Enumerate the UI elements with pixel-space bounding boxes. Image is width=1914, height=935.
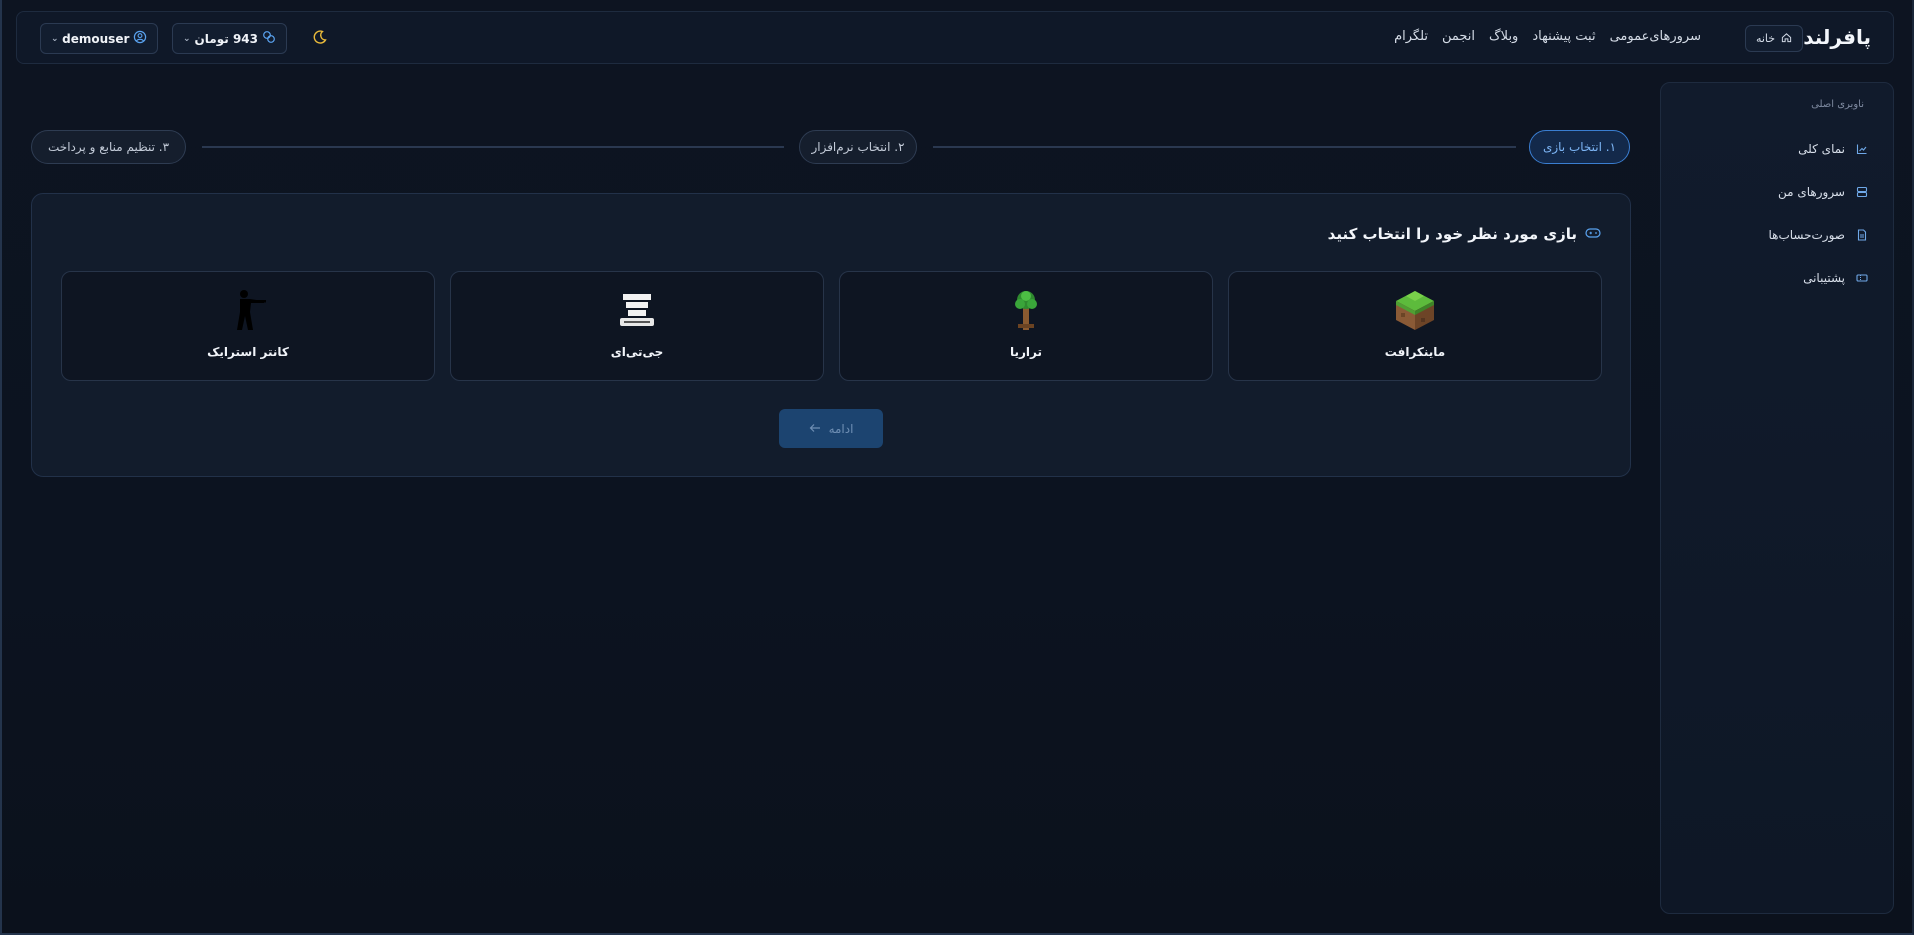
continue-button[interactable]: ادامه	[779, 409, 883, 448]
username: demouser	[62, 31, 130, 46]
game-name: جی‌تی‌ای	[610, 345, 664, 359]
nav-blog[interactable]: وبلاگ	[1489, 29, 1518, 44]
theme-toggle-button[interactable]	[310, 29, 328, 47]
home-button[interactable]: خانه	[1745, 25, 1803, 52]
home-icon	[1781, 32, 1792, 46]
invoice-icon	[1855, 228, 1869, 242]
gta-san-andreas-logo	[615, 288, 659, 332]
chevron-down-icon: ⌄	[183, 33, 191, 44]
counter-strike-soldier-icon	[226, 288, 270, 332]
arrow-left-icon	[809, 422, 821, 436]
game-selection-card: بازی مورد نظر خود را انتخاب کنید ماینکرا…	[31, 193, 1631, 477]
sidebar-title: ناوبری اصلی	[1811, 99, 1864, 110]
step-select-software[interactable]: ۲. انتخاب نرم‌افزار	[799, 130, 917, 164]
wallet-balance-button[interactable]: 943 تومان ⌄	[172, 23, 287, 54]
nav-forum[interactable]: انجمن	[1442, 29, 1475, 44]
moon-icon	[313, 30, 327, 44]
step-select-game[interactable]: ۱. انتخاب بازی	[1529, 130, 1630, 164]
user-avatar-icon	[133, 30, 147, 47]
sidebar-item-overview[interactable]: نمای کلی	[1669, 135, 1869, 163]
card-title: بازی مورد نظر خود را انتخاب کنید	[1328, 225, 1601, 243]
nav-public-servers[interactable]: سرورهای‌عمومی	[1610, 29, 1701, 44]
coins-icon	[262, 30, 276, 47]
sidebar-item-support[interactable]: پشتیبانی	[1669, 264, 1869, 292]
chart-icon	[1855, 142, 1869, 156]
step-connector	[202, 146, 784, 148]
nav-suggestion[interactable]: ثبت پیشنهاد	[1532, 29, 1595, 44]
step-connector	[933, 146, 1516, 148]
brand-logo[interactable]: پافرلند	[1803, 25, 1871, 49]
game-card-terraria[interactable]: تراریا	[839, 271, 1213, 381]
game-name: کانتر استرایک	[207, 345, 289, 359]
minecraft-grass-block-icon	[1393, 288, 1437, 332]
sidebar-item-invoices[interactable]: صورت‌حساب‌ها	[1669, 221, 1869, 249]
continue-label: ادامه	[828, 421, 854, 436]
game-card-minecraft[interactable]: ماینکرافت	[1228, 271, 1602, 381]
ticket-icon	[1855, 271, 1869, 285]
wallet-balance: 943 تومان	[194, 31, 258, 46]
chevron-down-icon: ⌄	[51, 33, 59, 44]
step-resources-payment[interactable]: ۳. تنظیم منابع و پرداخت	[31, 130, 186, 164]
sidebar-item-label: پشتیبانی	[1803, 271, 1845, 285]
sidebar-item-my-servers[interactable]: سرورهای من	[1669, 178, 1869, 206]
nav-telegram[interactable]: تلگرام	[1394, 29, 1428, 44]
top-header: پافرلند خانه سرورهای‌عمومی ثبت پیشنهاد و…	[16, 11, 1894, 64]
game-name: تراریا	[1009, 345, 1042, 359]
sidebar: ناوبری اصلی نمای کلی سرورهای من صورت‌حسا…	[1660, 82, 1894, 914]
sidebar-item-label: صورت‌حساب‌ها	[1768, 228, 1845, 242]
terraria-tree-icon	[1004, 288, 1048, 332]
game-name: ماینکرافت	[1384, 345, 1446, 359]
card-title-text: بازی مورد نظر خود را انتخاب کنید	[1327, 225, 1577, 243]
server-icon	[1855, 185, 1869, 199]
gamepad-icon	[1585, 225, 1601, 243]
game-card-counter-strike[interactable]: کانتر استرایک	[61, 271, 435, 381]
home-label: خانه	[1755, 32, 1776, 45]
game-card-gta[interactable]: جی‌تی‌ای	[450, 271, 824, 381]
main-nav: سرورهای‌عمومی ثبت پیشنهاد وبلاگ انجمن تل…	[1394, 29, 1701, 44]
sidebar-item-label: سرورهای من	[1777, 185, 1845, 199]
user-menu-button[interactable]: ⌄ demouser	[40, 23, 158, 54]
sidebar-item-label: نمای کلی	[1798, 142, 1845, 156]
